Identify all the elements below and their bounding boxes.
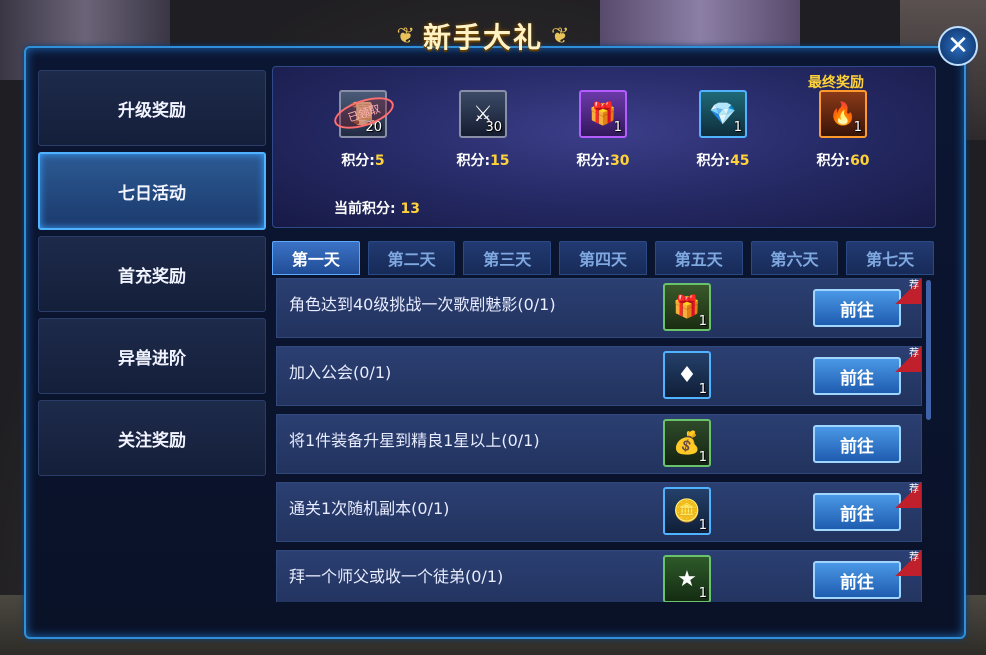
current-score-label: 当前积分:	[334, 201, 396, 217]
current-score-value: 13	[400, 201, 420, 217]
crystal-icon: 💎 1	[699, 90, 747, 138]
score-prefix: 积分:	[341, 153, 375, 169]
recommend-badge-text: 荐	[909, 484, 919, 495]
task-list-scrollbar[interactable]	[926, 280, 931, 420]
final-reward-label: 最终奖励	[808, 75, 864, 91]
score-value: 45	[730, 153, 750, 169]
task-text: 角色达到40级挑战一次歌剧魅影(0/1)	[289, 295, 556, 314]
reward-count: 1	[853, 120, 862, 135]
tab-day-3[interactable]: 第三天	[463, 241, 552, 275]
current-score: 当前积分: 13	[334, 198, 420, 218]
task-row: 拜一个师父或收一个徒弟(0/1) ★ 1 前往 荐	[276, 550, 922, 602]
go-button[interactable]: 前往	[813, 493, 901, 531]
tab-day-5[interactable]: 第五天	[654, 241, 743, 275]
task-text: 将1件装备升星到精良1星以上(0/1)	[289, 431, 540, 450]
tab-day-7[interactable]: 第七天	[846, 241, 935, 275]
score-value: 15	[490, 153, 510, 169]
task-reward-count: 1	[698, 586, 707, 601]
tab-day-2[interactable]: 第二天	[367, 241, 456, 275]
title-banner: ❦ 新手大礼 ❦	[383, 14, 583, 58]
score-prefix: 积分:	[576, 153, 611, 169]
task-row: 通关1次随机副本(0/1) 🪙 1 前往 荐	[276, 482, 922, 542]
task-reward-count: 1	[698, 518, 707, 533]
recommend-badge-text: 荐	[909, 348, 919, 359]
gift-box-icon[interactable]: 🎁 1	[663, 283, 711, 331]
task-text: 拜一个师父或收一个徒弟(0/1)	[289, 567, 504, 586]
chest-scroll-icon: 🎁 1	[579, 90, 627, 138]
score-value: 5	[374, 153, 385, 169]
points-reward-5[interactable]: 🔥 1 积分:60	[803, 90, 883, 170]
reward-score: 积分:60	[803, 150, 883, 170]
task-reward-count: 1	[698, 450, 707, 465]
task-row: 角色达到40级挑战一次歌剧魅影(0/1) 🎁 1 前往 荐	[276, 278, 922, 338]
sidebar-item-follow-reward[interactable]: 关注奖励	[38, 400, 266, 476]
sidebar-item-label: 首充奖励	[118, 266, 186, 287]
ruby-gem-icon[interactable]: ♦ 1	[663, 351, 711, 399]
task-text: 加入公会(0/1)	[289, 363, 392, 382]
gold-coin-icon[interactable]: 🪙 1	[663, 487, 711, 535]
claw-icon: ⚔ 30	[459, 90, 507, 138]
points-reward-1[interactable]: 📜 20 已领取 积分:5	[323, 90, 403, 170]
experience-badge-icon[interactable]: ★ 1	[663, 555, 711, 602]
money-bag-icon[interactable]: 💰 1	[663, 419, 711, 467]
go-button[interactable]: 前往	[813, 561, 901, 599]
score-value: 30	[610, 153, 630, 169]
points-reward-4[interactable]: 💎 1 积分:45	[683, 90, 763, 170]
sidebar-item-level-reward[interactable]: 升级奖励	[38, 70, 266, 146]
reward-score: 积分:15	[443, 150, 523, 170]
recommend-badge: 荐	[895, 550, 921, 576]
reward-count: 1	[733, 120, 742, 135]
score-value: 60	[850, 153, 870, 169]
reward-count: 1	[613, 120, 622, 135]
task-row: 将1件装备升星到精良1星以上(0/1) 💰 1 前往	[276, 414, 922, 474]
score-prefix: 积分:	[456, 153, 491, 169]
recommend-badge: 荐	[895, 278, 921, 304]
sidebar-item-seven-day[interactable]: 七日活动	[38, 152, 266, 230]
reward-score: 积分:30	[563, 150, 643, 170]
sidebar: 升级奖励 七日活动 首充奖励 异兽进阶 关注奖励	[38, 70, 266, 482]
task-reward-count: 1	[698, 314, 707, 329]
score-prefix: 积分:	[696, 153, 731, 169]
go-button[interactable]: 前往	[813, 357, 901, 395]
recommend-badge-text: 荐	[909, 280, 919, 291]
task-text: 通关1次随机副本(0/1)	[289, 499, 450, 518]
day-tabs: 第一天 第二天 第三天 第四天 第五天 第六天 第七天	[272, 241, 935, 275]
sidebar-item-first-recharge[interactable]: 首充奖励	[38, 236, 266, 312]
dialog-title: 新手大礼	[422, 21, 543, 54]
sidebar-item-label: 异兽进阶	[118, 348, 186, 369]
tab-day-1[interactable]: 第一天	[272, 241, 360, 275]
points-reward-2[interactable]: ⚔ 30 积分:15	[443, 90, 523, 170]
scroll-icon: 📜 20 已领取	[330, 90, 398, 138]
recommend-badge: 荐	[895, 346, 921, 372]
go-button[interactable]: 前往	[813, 425, 901, 463]
go-button[interactable]: 前往	[813, 289, 901, 327]
reward-score: 积分:5	[323, 150, 403, 170]
task-row: 加入公会(0/1) ♦ 1 前往 荐	[276, 346, 922, 406]
tab-day-6[interactable]: 第六天	[750, 241, 839, 275]
tab-day-4[interactable]: 第四天	[559, 241, 647, 275]
recommend-badge: 荐	[895, 482, 921, 508]
title-ornament-left-icon: ❦	[396, 23, 415, 49]
close-icon: ✕	[947, 31, 969, 61]
score-prefix: 积分:	[816, 153, 851, 169]
sidebar-item-label: 七日活动	[118, 183, 186, 204]
reward-score: 积分:45	[683, 150, 763, 170]
task-list: 角色达到40级挑战一次歌剧魅影(0/1) 🎁 1 前往 荐 加入公会(0/1) …	[272, 276, 924, 602]
close-button[interactable]: ✕	[938, 26, 978, 66]
task-reward-count: 1	[698, 382, 707, 397]
sidebar-item-beast-advance[interactable]: 异兽进阶	[38, 318, 266, 394]
reward-count: 30	[485, 120, 502, 135]
sidebar-item-label: 升级奖励	[118, 100, 186, 121]
sidebar-item-label: 关注奖励	[118, 430, 186, 451]
claimed-stamp: 已领取	[330, 91, 398, 135]
points-reward-3[interactable]: 🎁 1 积分:30	[563, 90, 643, 170]
mount-egg-icon: 🔥 1	[819, 90, 867, 138]
title-ornament-right-icon: ❦	[551, 23, 570, 49]
recommend-badge-text: 荐	[909, 552, 919, 563]
